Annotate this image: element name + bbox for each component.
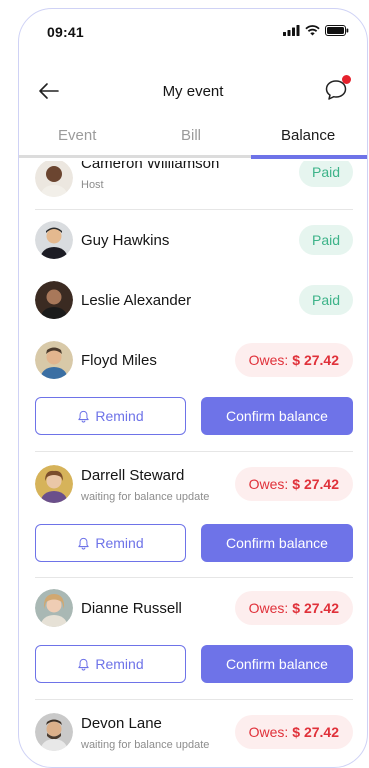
remind-label: Remind <box>95 408 144 424</box>
divider <box>35 209 353 210</box>
status-badge: Paid <box>299 285 353 315</box>
balance-list[interactable]: Cameron Williamson Host Paid Guy Hawkins… <box>19 161 367 767</box>
confirm-balance-button[interactable]: Confirm balance <box>201 645 353 683</box>
list-item: Guy Hawkins Paid <box>35 217 353 269</box>
owes-badge: Owes: $ 27.42 <box>234 591 353 625</box>
owes-amount: $ 27.42 <box>292 600 339 616</box>
avatar <box>35 341 73 379</box>
bell-icon <box>78 537 90 550</box>
notification-dot <box>342 75 351 84</box>
wifi-icon <box>305 25 320 36</box>
status-bar: 09:41 <box>19 9 367 55</box>
tab-balance[interactable]: Balance <box>281 127 335 144</box>
avatar <box>35 465 73 503</box>
person-name: Devon Lane <box>81 715 162 732</box>
page-title: My event <box>162 83 224 100</box>
list-item: Devon Lane waiting for balance update Ow… <box>35 709 353 761</box>
signal-icon <box>283 25 300 36</box>
confirm-balance-button[interactable]: Confirm balance <box>201 524 353 562</box>
status-icons <box>283 25 349 36</box>
person-name: Guy Hawkins <box>81 232 170 249</box>
avatar <box>35 221 73 259</box>
list-item: Cameron Williamson Host Paid <box>35 161 353 207</box>
confirm-balance-button[interactable]: Confirm balance <box>201 397 353 435</box>
list-item: Floyd Miles Owes: $ 27.42 <box>35 337 353 389</box>
battery-icon <box>325 25 349 36</box>
person-name: Darrell Steward <box>81 467 185 484</box>
tab-bar: Event Bill Balance <box>19 121 367 161</box>
tab-active-indicator <box>251 155 367 159</box>
status-badge: Paid <box>299 161 353 187</box>
avatar <box>35 589 73 627</box>
owes-badge: Owes: $ 27.42 <box>234 467 353 501</box>
remind-button[interactable]: Remind <box>35 645 186 683</box>
owes-label: Owes: <box>248 352 289 368</box>
list-item: Dianne Russell Owes: $ 27.42 <box>35 585 353 637</box>
person-name: Floyd Miles <box>81 352 157 369</box>
divider <box>35 699 353 700</box>
person-name: Leslie Alexander <box>81 292 192 309</box>
list-item: Leslie Alexander Paid <box>35 277 353 329</box>
tab-bill[interactable]: Bill <box>181 127 201 144</box>
status-badge: Paid <box>299 225 353 255</box>
owes-label: Owes: <box>248 724 289 740</box>
list-item: Darrell Steward waiting for balance upda… <box>35 461 353 513</box>
phone-frame: 09:41 My event Event Bill Balance Camero… <box>18 8 368 768</box>
owes-badge: Owes: $ 27.42 <box>234 343 353 377</box>
divider <box>35 451 353 452</box>
owes-label: Owes: <box>248 600 289 616</box>
remind-button[interactable]: Remind <box>35 397 186 435</box>
chat-button[interactable] <box>323 75 351 103</box>
remind-label: Remind <box>95 535 144 551</box>
person-subtitle: waiting for balance update <box>81 491 210 503</box>
owes-badge: Owes: $ 27.42 <box>234 715 353 749</box>
header: My event <box>19 69 367 113</box>
divider <box>35 577 353 578</box>
remind-label: Remind <box>95 656 144 672</box>
avatar <box>35 161 73 197</box>
bell-icon <box>78 410 90 423</box>
avatar <box>35 281 73 319</box>
owes-amount: $ 27.42 <box>292 352 339 368</box>
remind-button[interactable]: Remind <box>35 524 186 562</box>
tab-event[interactable]: Event <box>58 127 96 144</box>
person-subtitle: waiting for balance update <box>81 739 210 751</box>
bell-icon <box>78 658 90 671</box>
owes-label: Owes: <box>248 476 289 492</box>
person-name: Cameron Williamson <box>81 161 220 172</box>
person-name: Dianne Russell <box>81 600 182 617</box>
owes-amount: $ 27.42 <box>292 476 339 492</box>
owes-amount: $ 27.42 <box>292 724 339 740</box>
person-subtitle: Host <box>81 179 104 191</box>
avatar <box>35 713 73 751</box>
status-time: 09:41 <box>47 24 84 40</box>
